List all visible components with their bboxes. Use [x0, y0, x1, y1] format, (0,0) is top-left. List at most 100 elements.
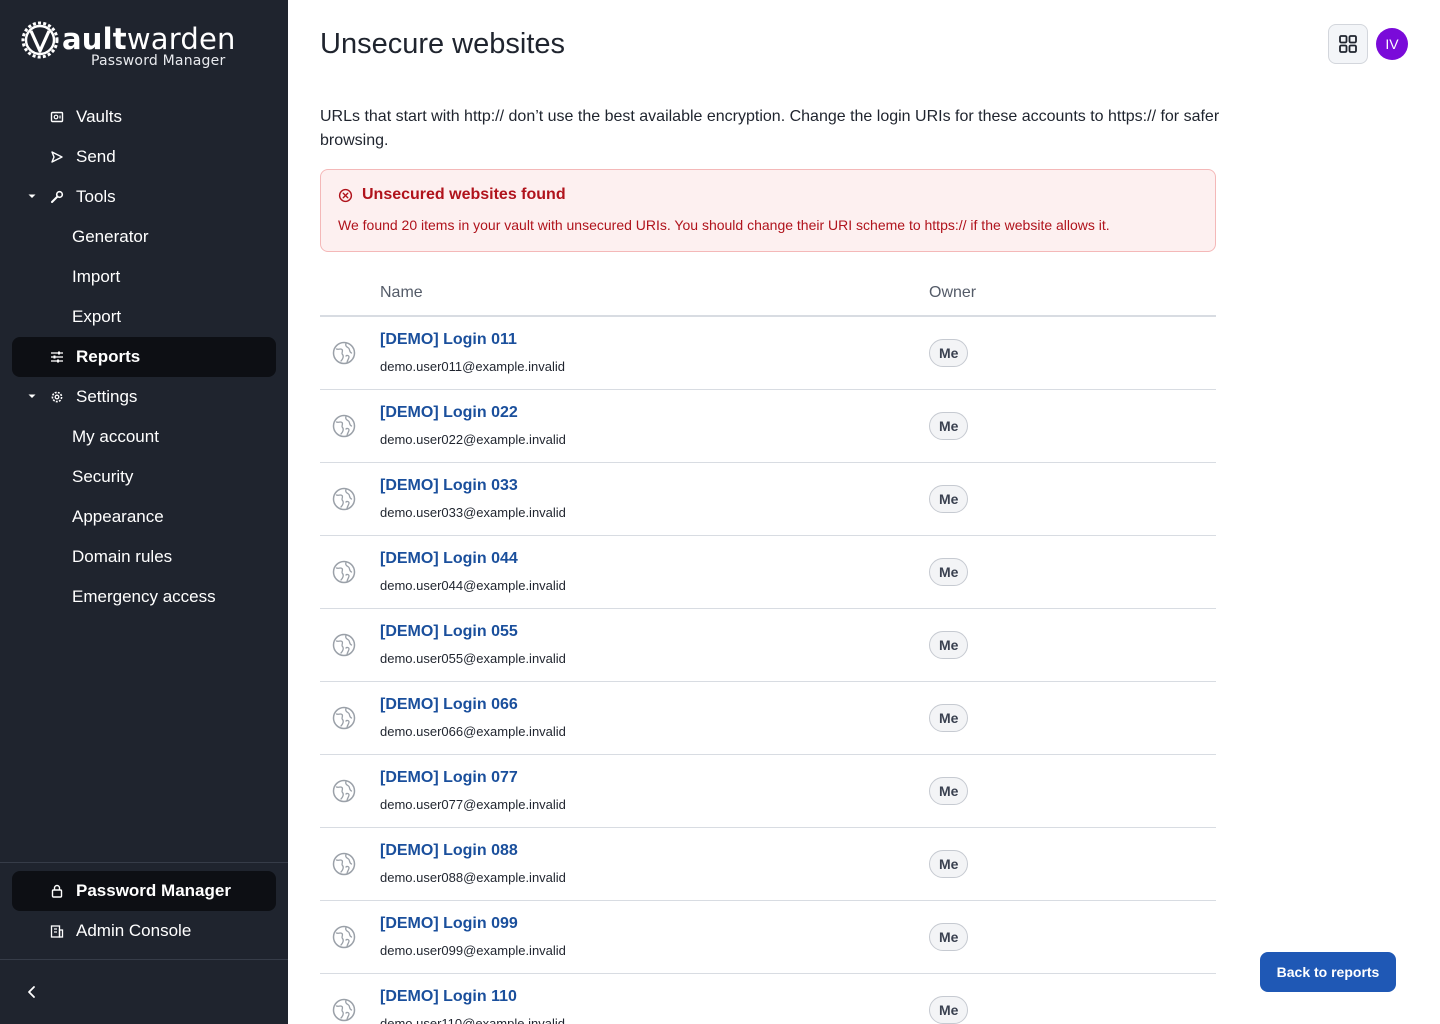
owner-badge: Me: [929, 850, 969, 878]
product-switcher-admin-console[interactable]: Admin Console: [12, 911, 276, 951]
gear-icon: [51, 391, 63, 403]
table-header: Name Owner: [320, 272, 1216, 317]
owner-badge: Me: [929, 631, 969, 659]
item-name-link[interactable]: [DEMO] Login 033: [380, 477, 518, 495]
sidebar-divider: [0, 959, 288, 960]
sidebar-item-send[interactable]: Send: [12, 137, 276, 177]
column-header-owner: Owner: [929, 284, 977, 301]
sidebar-item-label: Reports: [76, 347, 141, 366]
owner-badge: Me: [929, 339, 969, 367]
item-name-link[interactable]: [DEMO] Login 088: [380, 842, 518, 860]
sidebar-item-label: Vaults: [76, 107, 122, 126]
sidebar-item-settings[interactable]: Settings: [12, 377, 276, 417]
sidebar-item-export[interactable]: Export: [12, 297, 276, 337]
globe-icon: [332, 779, 356, 803]
sidebar-item-label: Password Manager: [76, 881, 231, 900]
sidebar-item-label: Generator: [72, 227, 149, 246]
table-row: [DEMO] Login 011 demo.user011@example.in…: [320, 317, 1216, 390]
globe-icon: [332, 560, 356, 584]
owner-badge: Me: [929, 923, 969, 951]
page-description: URLs that start with http:// don’t use t…: [320, 108, 1220, 149]
owner-badge: Me: [929, 558, 969, 586]
globe-icon: [332, 706, 356, 730]
page-title: Unsecure websites: [320, 28, 565, 60]
sidebar-item-label: Appearance: [72, 507, 164, 526]
wrench-icon: [51, 190, 64, 203]
building-icon: [50, 925, 64, 938]
callout-title: Unsecured websites found: [362, 186, 566, 203]
item-name-link[interactable]: [DEMO] Login 044: [380, 550, 518, 568]
table-row: [DEMO] Login 099 demo.user099@example.in…: [320, 901, 1216, 974]
item-username: demo.user099@example.invalid: [380, 943, 566, 958]
item-name-link[interactable]: [DEMO] Login 099: [380, 915, 518, 933]
sidebar-item-emergency-access[interactable]: Emergency access: [12, 577, 276, 617]
table-row: [DEMO] Login 066 demo.user066@example.in…: [320, 682, 1216, 755]
item-username: demo.user011@example.invalid: [380, 359, 565, 374]
send-icon: [51, 151, 63, 163]
sidebar-item-reports[interactable]: Reports: [12, 337, 276, 377]
sidebar-item-appearance[interactable]: Appearance: [12, 497, 276, 537]
sidebar-item-tools[interactable]: Tools: [12, 177, 276, 217]
item-username: demo.user066@example.invalid: [380, 724, 566, 739]
item-username: demo.user044@example.invalid: [380, 578, 566, 593]
globe-icon: [332, 998, 356, 1022]
item-name-link[interactable]: [DEMO] Login 022: [380, 404, 518, 422]
item-username: demo.user077@example.invalid: [380, 797, 566, 812]
globe-icon: [332, 487, 356, 511]
caret-down-icon: [28, 394, 36, 398]
avatar[interactable]: IV: [1376, 28, 1408, 60]
item-username: demo.user088@example.invalid: [380, 870, 566, 885]
sidebar-item-label: Export: [72, 307, 122, 326]
vault-icon: [50, 111, 64, 123]
back-to-reports-button[interactable]: Back to reports: [1260, 952, 1396, 992]
sidebar-item-generator[interactable]: Generator: [12, 217, 276, 257]
item-name-link[interactable]: [DEMO] Login 055: [380, 623, 518, 641]
sidebar-item-label: Settings: [76, 387, 138, 406]
owner-badge: Me: [929, 412, 969, 440]
globe-icon: [332, 414, 356, 438]
item-name-link[interactable]: [DEMO] Login 011: [380, 331, 517, 349]
sidebar-divider: [0, 862, 288, 863]
owner-badge: Me: [929, 704, 969, 732]
sidebar-item-vaults[interactable]: Vaults: [12, 97, 276, 137]
grid-icon: [1339, 35, 1357, 53]
sidebar-item-label: Admin Console: [76, 921, 192, 940]
owner-badge: Me: [929, 485, 969, 513]
item-username: demo.user055@example.invalid: [380, 651, 566, 666]
vaultwarden-logo[interactable]: aultwarden Password Manager: [20, 20, 235, 70]
sidebar-item-my-account[interactable]: My account: [12, 417, 276, 457]
owner-badge: Me: [929, 777, 969, 805]
owner-badge: Me: [929, 996, 969, 1024]
table-row: [DEMO] Login 055 demo.user055@example.in…: [320, 609, 1216, 682]
item-name-link[interactable]: [DEMO] Login 077: [380, 769, 518, 787]
item-username: demo.user022@example.invalid: [380, 432, 566, 447]
column-header-name: Name: [380, 284, 423, 301]
table-row: [DEMO] Login 110 demo.user110@example.in…: [320, 974, 1216, 1024]
table-row: [DEMO] Login 044 demo.user044@example.in…: [320, 536, 1216, 609]
table-row: [DEMO] Login 088 demo.user088@example.in…: [320, 828, 1216, 901]
sliders-icon: [51, 351, 63, 363]
sidebar-item-label: Emergency access: [72, 587, 216, 606]
sidebar-item-label: Tools: [76, 187, 116, 206]
lock-icon: [51, 884, 63, 898]
globe-icon: [332, 341, 356, 365]
main-content: Unsecure websites IV URLs that start wit…: [288, 0, 1440, 1024]
unsecured-items-table: Name Owner [DEMO] Login 011 demo.user011…: [320, 272, 1216, 1024]
sidebar-item-label: My account: [72, 427, 159, 446]
chevron-left-icon[interactable]: [20, 980, 44, 1004]
item-name-link[interactable]: [DEMO] Login 110: [380, 988, 517, 1006]
globe-icon: [332, 925, 356, 949]
product-switcher-button[interactable]: [1328, 24, 1368, 64]
sidebar-item-label: Security: [72, 467, 134, 486]
table-row: [DEMO] Login 022 demo.user022@example.in…: [320, 390, 1216, 463]
sidebar-item-label: Import: [72, 267, 121, 286]
sidebar-item-label: Domain rules: [72, 547, 173, 566]
sidebar-item-import[interactable]: Import: [12, 257, 276, 297]
product-switcher-password-manager[interactable]: Password Manager: [12, 871, 276, 911]
danger-callout: Unsecured websites found We found 20 ite…: [320, 169, 1216, 252]
sidebar-item-domain-rules[interactable]: Domain rules: [12, 537, 276, 577]
globe-icon: [332, 633, 356, 657]
item-name-link[interactable]: [DEMO] Login 066: [380, 696, 518, 714]
sidebar-item-security[interactable]: Security: [12, 457, 276, 497]
sidebar: aultwarden Password Manager Vaults Send …: [0, 0, 288, 1024]
